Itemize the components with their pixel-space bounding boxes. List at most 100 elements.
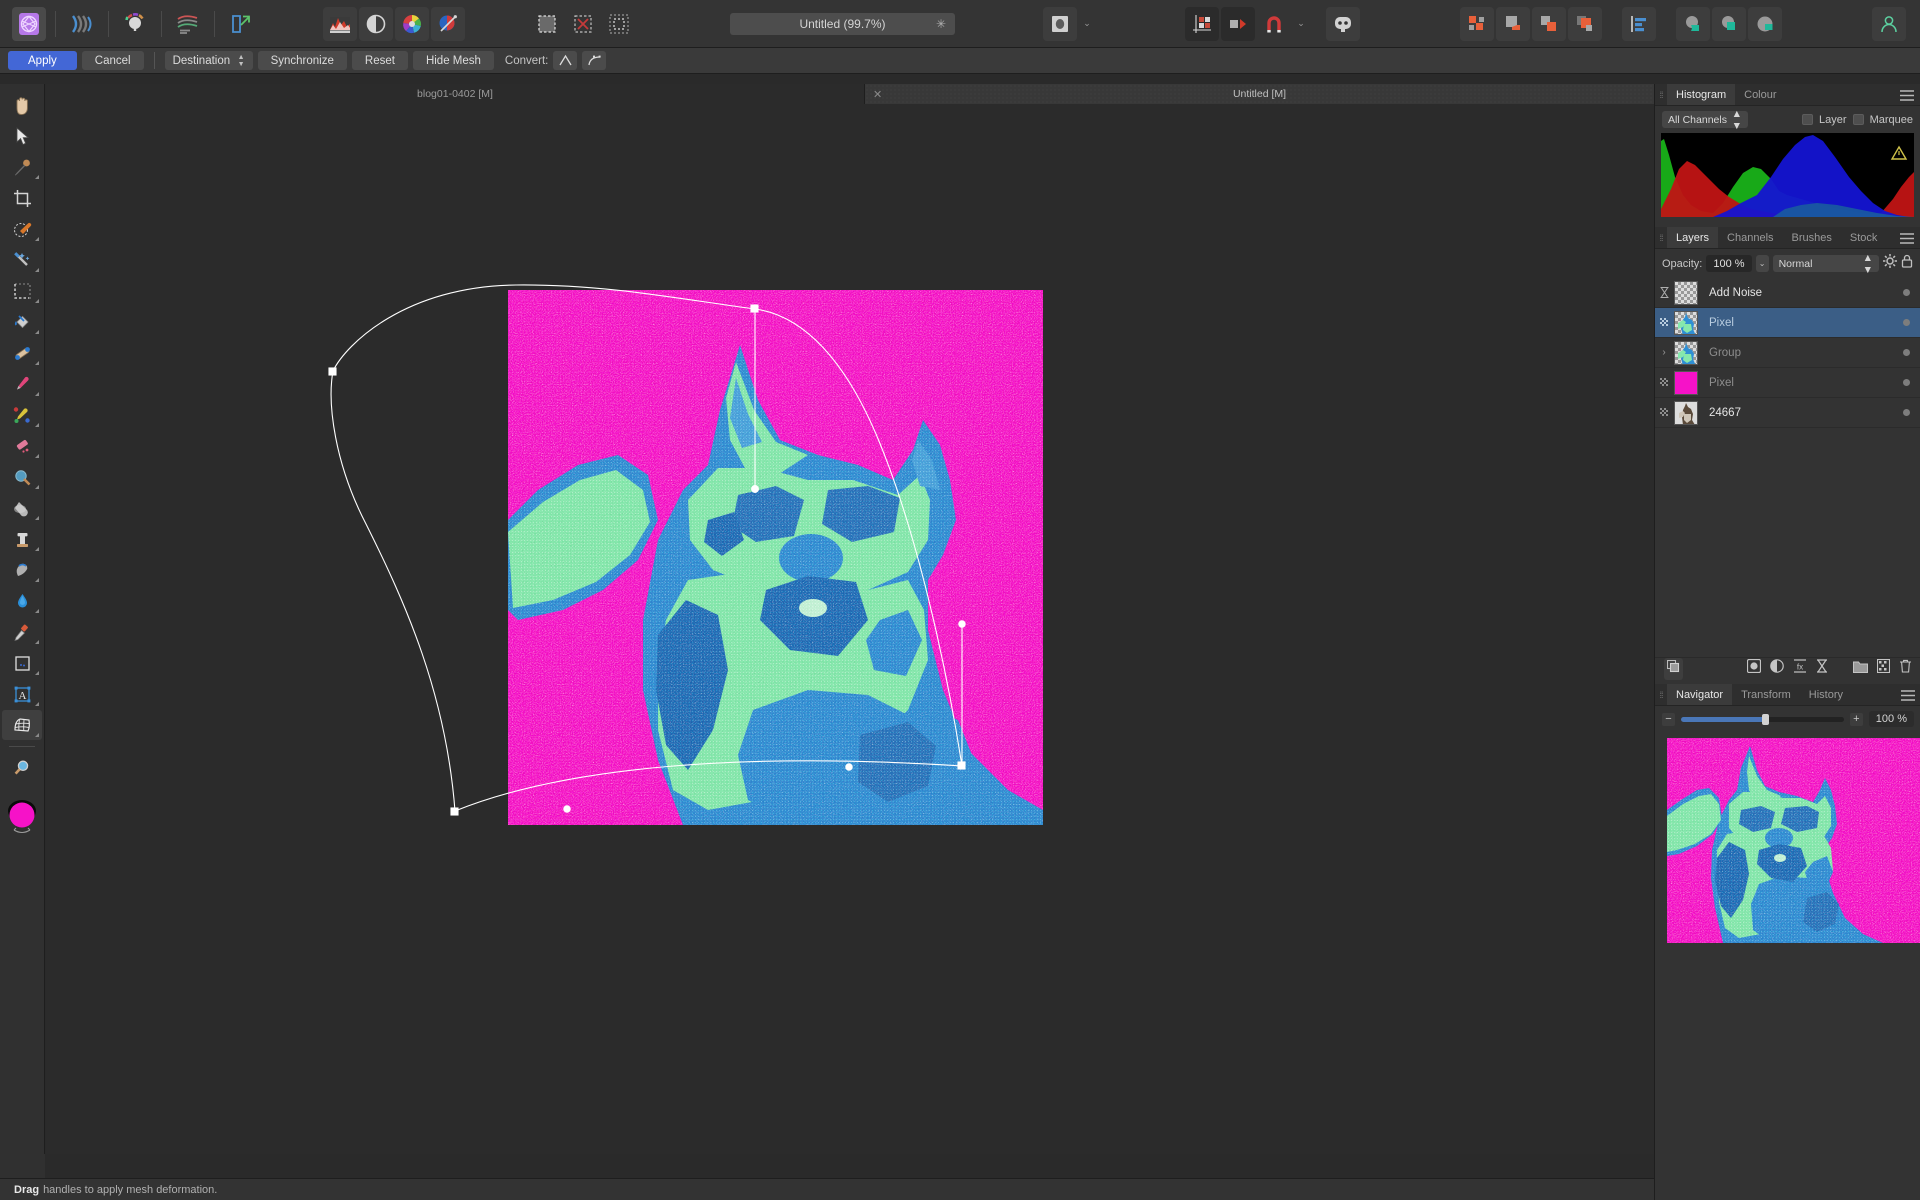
dodge-burn-tool[interactable]	[2, 462, 42, 492]
apply-button[interactable]: Apply	[8, 51, 77, 70]
lock-icon[interactable]	[1901, 254, 1913, 273]
filter-icon[interactable]	[1657, 287, 1671, 298]
tab-layers[interactable]: Layers	[1667, 227, 1719, 248]
layer-row-pixel-magenta[interactable]: Pixel	[1655, 368, 1920, 398]
zoom-in-button[interactable]: +	[1849, 712, 1863, 726]
layer-checkbox[interactable]	[1802, 114, 1814, 125]
tone-mapping-persona-icon[interactable]	[171, 7, 205, 41]
opacity-dropdown-icon[interactable]: ⌄	[1755, 255, 1769, 272]
crop-tool[interactable]	[2, 183, 42, 213]
histogram-icon[interactable]	[323, 6, 357, 41]
tab-brushes[interactable]: Brushes	[1783, 227, 1841, 248]
flood-fill-tool[interactable]	[2, 307, 42, 337]
align-back-icon[interactable]	[1496, 6, 1530, 41]
new-pixel-layer-icon[interactable]	[1876, 658, 1891, 678]
export-persona-icon[interactable]	[224, 7, 258, 41]
boolean-subtract-icon[interactable]	[1712, 6, 1746, 41]
hamburger-menu-icon[interactable]	[1900, 227, 1914, 249]
live-filter-icon[interactable]	[431, 6, 465, 41]
panel-grip-icon[interactable]: ⁞⁞	[1655, 684, 1667, 705]
magnet-icon[interactable]	[1257, 7, 1291, 41]
layer-visibility-toggle[interactable]	[1903, 409, 1910, 416]
colour-swatch[interactable]	[2, 792, 42, 838]
boolean-add-icon[interactable]	[1676, 6, 1710, 41]
zoom-out-button[interactable]: −	[1662, 712, 1675, 726]
marquee-tool[interactable]	[2, 276, 42, 306]
close-icon[interactable]: ✕	[873, 88, 882, 101]
inpainting-tool[interactable]	[2, 586, 42, 616]
zoom-slider-knob[interactable]	[1762, 713, 1770, 725]
new-group-icon[interactable]	[1853, 660, 1868, 678]
disclosure-arrow-icon[interactable]: ›	[1657, 347, 1671, 358]
preview-mode-icon[interactable]	[1043, 6, 1077, 41]
convert-to-sharp-icon[interactable]	[553, 51, 578, 70]
tab-stock[interactable]: Stock	[1841, 227, 1887, 248]
zoom-value-field[interactable]: 100 %	[1868, 711, 1914, 727]
layer-row-add-noise[interactable]: Add Noise	[1655, 278, 1920, 308]
clone-brush-tool[interactable]	[2, 524, 42, 554]
user-account-icon[interactable]	[1872, 6, 1906, 41]
invert-selection-icon[interactable]	[602, 7, 636, 41]
document-tab-untitled[interactable]: ✕ Untitled [M]	[864, 84, 1654, 104]
rectangle-tool[interactable]	[2, 648, 42, 678]
blur-tool[interactable]	[2, 493, 42, 523]
synchronize-button[interactable]: Synchronize	[257, 51, 347, 70]
view-tool[interactable]	[2, 90, 42, 120]
histogram-graph[interactable]	[1661, 133, 1914, 217]
opacity-input[interactable]: 100 %	[1706, 255, 1752, 272]
document-title-field[interactable]: Untitled (99.7%) ✳	[730, 12, 955, 35]
alignment-icon[interactable]	[1622, 6, 1656, 41]
layer-row-pixel-selected[interactable]: Pixel	[1655, 308, 1920, 338]
erase-brush-tool[interactable]	[2, 431, 42, 461]
deselect-icon[interactable]	[566, 7, 600, 41]
adjustment-layer-icon[interactable]	[1770, 659, 1784, 678]
channel-select[interactable]: All Channels ▲ ▼	[1662, 108, 1748, 132]
back-one-icon[interactable]	[1568, 6, 1602, 41]
gradient-tool[interactable]	[2, 338, 42, 368]
canvas-area[interactable]	[46, 104, 1654, 1154]
align-front-icon[interactable]	[1460, 6, 1494, 41]
mask-icon[interactable]	[1657, 407, 1671, 418]
tab-colour[interactable]: Colour	[1735, 84, 1785, 105]
delete-layer-icon[interactable]	[1899, 659, 1912, 678]
blend-mode-select[interactable]: Normal ▲ ▼	[1772, 252, 1879, 276]
mask-icon[interactable]	[1657, 377, 1671, 388]
document-tab-blog01[interactable]: blog01-0402 [M]	[46, 84, 864, 104]
adjustment-icon[interactable]	[359, 6, 393, 41]
marquee-checkbox[interactable]	[1852, 114, 1864, 125]
tab-navigator[interactable]: Navigator	[1667, 684, 1733, 705]
navigator-preview[interactable]	[1667, 738, 1920, 943]
tab-channels[interactable]: Channels	[1718, 227, 1782, 248]
zoom-slider[interactable]	[1681, 713, 1844, 725]
layer-visibility-toggle[interactable]	[1903, 349, 1910, 356]
tab-transform[interactable]: Transform	[1732, 684, 1800, 705]
destination-select[interactable]: Destination ▲ ▼	[164, 51, 253, 70]
reset-button[interactable]: Reset	[351, 51, 408, 70]
flood-select-tool[interactable]	[2, 245, 42, 275]
selection-brush-tool[interactable]	[2, 214, 42, 244]
liquify-persona-icon[interactable]	[65, 7, 99, 41]
snapping-panel-icon[interactable]	[1221, 6, 1255, 41]
layer-visibility-toggle[interactable]	[1903, 379, 1910, 386]
chevron-down-icon[interactable]: ⌄	[1079, 7, 1095, 41]
tab-histogram[interactable]: Histogram	[1667, 84, 1736, 105]
blend-options-gear-icon[interactable]	[1883, 254, 1897, 273]
photo-persona-icon[interactable]	[12, 6, 46, 41]
hide-mesh-button[interactable]: Hide Mesh	[412, 51, 494, 70]
mesh-warp-tool[interactable]	[2, 710, 42, 740]
paint-mixer-tool[interactable]	[2, 400, 42, 430]
artistic-text-tool[interactable]: A	[2, 679, 42, 709]
boolean-divide-icon[interactable]	[1748, 6, 1782, 41]
mask-icon[interactable]	[1657, 317, 1671, 328]
assistant-icon[interactable]	[1326, 6, 1360, 41]
smudge-tool[interactable]	[2, 555, 42, 585]
live-filter-layer-icon[interactable]: fx	[1793, 659, 1807, 678]
hamburger-menu-icon[interactable]	[1901, 684, 1915, 706]
grid-icon[interactable]	[1185, 6, 1219, 41]
zoom-tool[interactable]	[2, 753, 42, 783]
hamburger-menu-icon[interactable]	[1900, 84, 1914, 106]
layer-visibility-toggle[interactable]	[1903, 319, 1910, 326]
cancel-button[interactable]: Cancel	[81, 51, 144, 70]
move-tool[interactable]	[2, 121, 42, 151]
layer-row-24667[interactable]: 24667	[1655, 398, 1920, 428]
